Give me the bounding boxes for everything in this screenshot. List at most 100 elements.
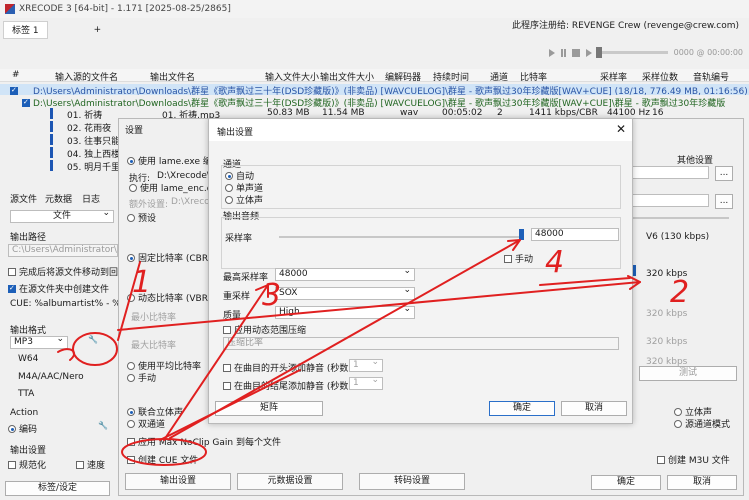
tab-metadata[interactable]: 元数据 [45,192,72,205]
col-outsize[interactable]: 输出文件大小 [320,70,374,83]
tab-source[interactable]: 源文件 [10,192,37,205]
max-sr-dropdown[interactable]: 48000 [275,266,415,281]
tab-log[interactable]: 日志 [82,192,100,205]
sample-rate-field[interactable]: 48000 [531,228,619,241]
create-folder-option[interactable]: 在源文件夹中创建文件 [8,282,109,295]
create-cue-option[interactable]: 创建 CUE 文件 [127,453,198,466]
cbr-option[interactable]: 固定比特率 (CBR) [127,251,212,264]
output-dialog-titlebar [209,119,632,141]
v6-value: V6 (130 kbps) [646,232,710,242]
seek-slider[interactable] [595,47,668,58]
col-num[interactable]: # [12,70,20,80]
max-value: 320 kbps [646,337,688,347]
col-duration[interactable]: 持续时间 [433,70,469,83]
sample-rate-slider[interactable] [279,236,519,238]
browse-button[interactable]: ... [715,166,733,181]
browse-button[interactable]: ... [715,194,733,209]
manual-option[interactable]: 手动 [504,252,533,265]
pause-icon[interactable] [560,48,566,57]
col-output[interactable]: 输出文件名 [150,70,195,83]
col-input[interactable]: 输入源的文件名 [55,70,118,83]
settings-cancel-button[interactable]: 取消 [667,475,737,490]
use-lame-option[interactable]: 使用 lame.exe 编码 [127,154,221,167]
extra-label: 额外设置: [129,200,169,210]
source-channel-option[interactable]: 源通道模式 [674,417,730,430]
test-button[interactable]: 测试 [639,366,737,381]
next-icon[interactable] [585,48,592,57]
sample-rate-thumb[interactable] [519,229,524,240]
resample-dropdown[interactable]: SOX [275,285,415,300]
col-track[interactable]: 音轨编号 [693,70,729,83]
move-src-option[interactable]: 完成后将源文件移动到回收站 [8,265,136,278]
output-dialog-title: 输出设置 [217,128,254,138]
quality-dropdown[interactable]: High [275,304,415,319]
col-bits[interactable]: 采样位数 [642,70,678,83]
pad-end-dropdown[interactable]: 1 [349,375,383,390]
settings-title: 设置 [125,126,144,136]
other-field-1[interactable] [629,166,709,179]
playback-time: 0000 @ 00:00:00 [673,48,743,57]
create-m3u-option[interactable]: 创建 M3U 文件 [657,453,730,466]
table-row[interactable]: 04. 独上西楼 [67,147,120,160]
table-row[interactable]: 03. 往事只能 [67,134,120,147]
pad-end-option[interactable]: 在曲目的结尾添加静音 (秒数) [223,379,352,392]
row-checkbox[interactable] [22,98,30,107]
tab-output-settings[interactable]: 输出设置 [125,473,231,490]
stop-icon[interactable] [571,48,580,57]
tab-metadata-settings[interactable]: 元数据设置 [237,473,343,490]
col-channels[interactable]: 通道 [490,70,508,83]
output-cancel-button[interactable]: 取消 [561,401,627,416]
playback-bar: 0000 @ 00:00:00 [548,47,743,58]
table-row[interactable]: D:\Users\Administrator\Downloads\群星《歌声飘过… [22,96,749,109]
format-tta[interactable]: TTA [18,389,34,399]
preset-slider[interactable] [629,217,729,219]
title-bar: XRECODE 3 [64-bit] - 1.171 [2025-08-25/2… [0,0,749,18]
wrench-icon[interactable] [88,335,98,345]
other-field-2[interactable] [629,194,709,207]
col-bitrate[interactable]: 比特率 [520,70,547,83]
pad-start-option[interactable]: 在曲目的开头添加静音 (秒数) [223,361,352,374]
add-tab-button[interactable]: + [86,21,110,39]
maxnoclip-option[interactable]: 应用 Max NoClip Gain 到每个文件 [127,435,281,448]
use-lame-enc-option[interactable]: 使用 lame_enc.dll [129,181,217,194]
play-icon[interactable] [548,48,555,57]
channel-stereo-option[interactable]: 立体声 [225,193,263,206]
file-dropdown[interactable]: 文件 [10,208,114,223]
normalize-option[interactable]: 规范化 [8,458,46,471]
format-mp3[interactable]: MP3 [10,334,68,349]
tag-settings-button[interactable]: 标签/设定 [5,481,110,496]
preset-option[interactable]: 预设 [127,211,156,224]
exec-path: D:\Xrecode\ [157,171,210,181]
format-m4a[interactable]: M4A/AAC/Nero [18,372,84,382]
dual-channel-option[interactable]: 双通道 [127,417,165,430]
tab-transcode-settings[interactable]: 转码设置 [359,473,465,490]
manual-option[interactable]: 手动 [127,371,156,384]
table-row[interactable]: 02. 花雨夜 [67,121,111,134]
tab-1[interactable]: 标签 1 [3,21,48,39]
pad-start-dropdown[interactable]: 1 [349,357,383,372]
table-row[interactable]: 05. 明月千里 [67,160,120,173]
speed-option[interactable]: 速度 [76,458,105,471]
table-row[interactable]: D:\Users\Administrator\Downloads\群星《歌声飘过… [0,84,749,97]
output-path-label: 输出路径 [10,233,47,243]
vbr-option[interactable]: 动态比特率 (VBR) [127,291,211,304]
output-path-field[interactable]: C:\Users\Administrator\Downloads [8,244,118,257]
matrix-button[interactable]: 矩阵 [215,401,323,416]
format-label: 输出格式 [10,326,47,336]
dyn-compress-option[interactable]: 应用动态范围压缩 [223,323,306,336]
settings-ok-button[interactable]: 确定 [591,475,661,490]
wrench-icon[interactable] [98,421,108,431]
col-codec[interactable]: 编解码器 [385,70,421,83]
col-samplerate[interactable]: 采样率 [600,70,627,83]
app-icon [5,4,15,14]
compress-ratio-field[interactable]: 压缩比率 [223,337,619,350]
output-ok-button[interactable]: 确定 [489,401,555,416]
cue-template: CUE: %albumartist% - %al [10,299,129,309]
sample-rate-label: 采样率 [225,234,253,244]
format-w64[interactable]: W64 [18,354,38,364]
close-icon[interactable]: ✕ [616,122,626,136]
row-checkbox[interactable] [10,86,18,95]
col-insize[interactable]: 输入文件大小 [265,70,319,83]
max-sr-label: 最高采样率 [223,273,269,283]
encode-option[interactable]: 编码 [8,422,37,435]
